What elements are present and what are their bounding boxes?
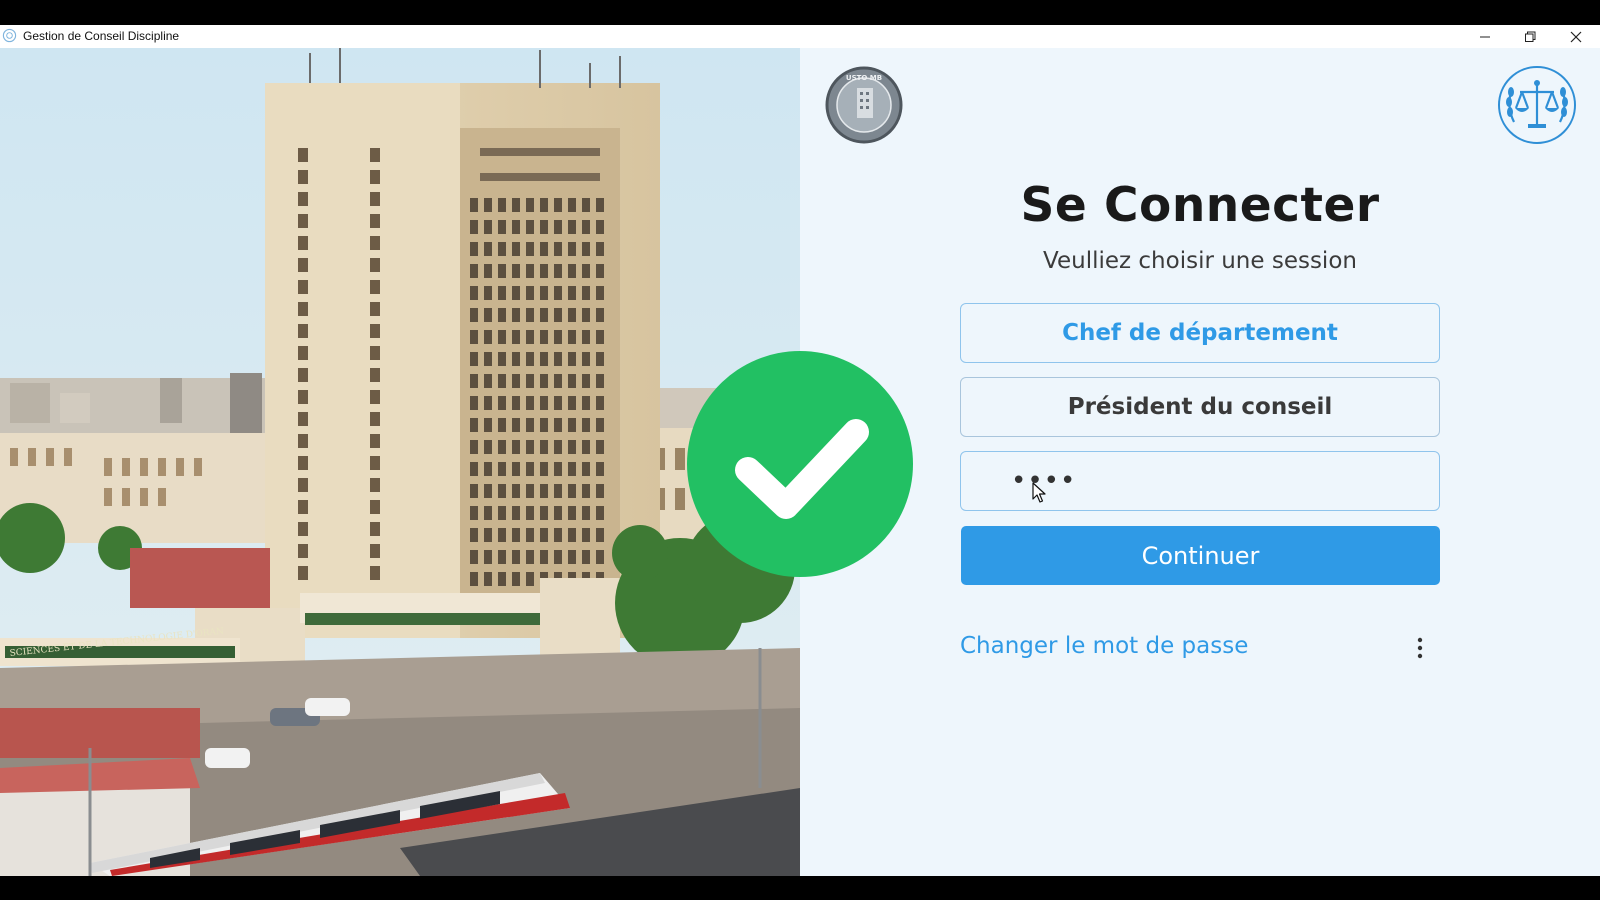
window-title: Gestion de Conseil Discipline [23, 29, 180, 43]
session-option-president-conseil[interactable]: Président du conseil [960, 377, 1440, 437]
more-vertical-icon [1417, 637, 1423, 659]
session-option-chef-departement[interactable]: Chef de département [960, 303, 1440, 363]
app-logo-icon [2, 28, 17, 43]
window-titlebar: Gestion de Conseil Discipline [0, 25, 1600, 48]
university-logo-text: USTO MB [846, 74, 882, 82]
university-building-photo: SCIENCES ET DE LA TECHNOLOGIE D'ORAN [0, 48, 800, 876]
minimize-button[interactable] [1462, 25, 1508, 48]
page-title: Se Connecter [1020, 178, 1380, 233]
continue-button[interactable]: Continuer [961, 526, 1440, 585]
maximize-icon [1525, 31, 1536, 42]
university-logo: USTO MB [825, 66, 903, 144]
minimize-icon [1480, 36, 1490, 37]
bottom-letterbox [0, 876, 1600, 900]
scales-of-justice-icon [1498, 66, 1576, 144]
checkmark-icon [687, 351, 913, 577]
change-password-link[interactable]: Changer le mot de passe [960, 633, 1248, 659]
more-options-button[interactable] [1406, 633, 1434, 663]
maximize-button[interactable] [1507, 25, 1553, 48]
mouse-cursor-icon [1032, 482, 1046, 503]
close-icon [1570, 31, 1582, 42]
close-button[interactable] [1553, 25, 1599, 48]
page-subtitle: Veulliez choisir une session [1043, 248, 1357, 274]
app-window: SCIENCES ET DE LA TECHNOLOGIE D'ORAN UST… [0, 48, 1600, 876]
